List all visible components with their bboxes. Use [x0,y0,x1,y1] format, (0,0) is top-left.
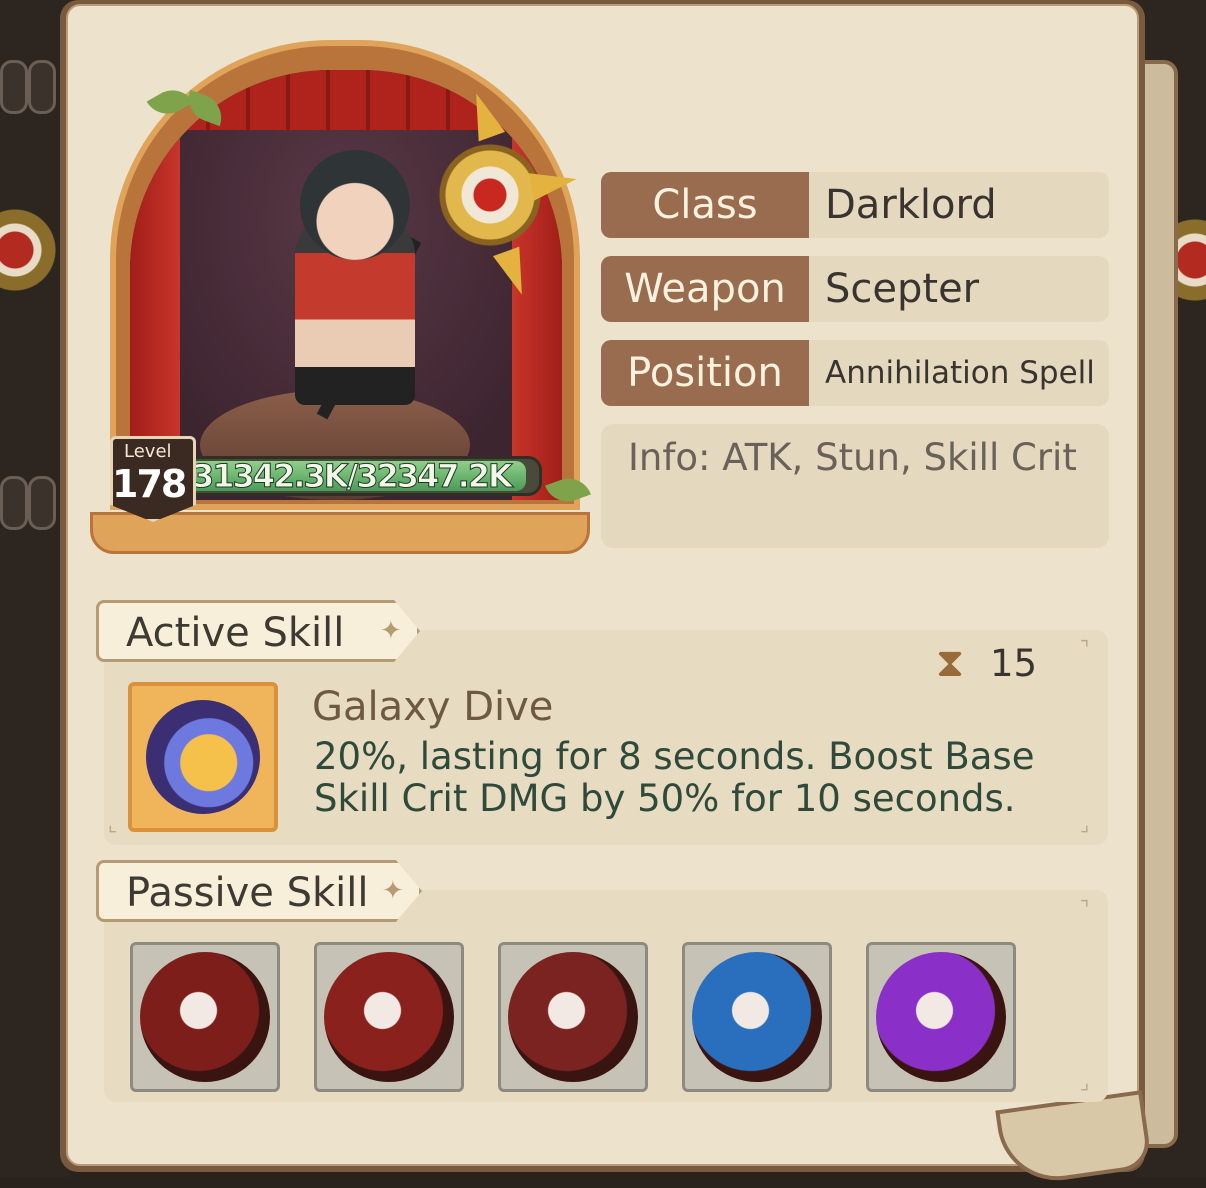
hourglass-icon: ⧗ [936,640,965,686]
passive-skill-slot[interactable] [314,942,464,1092]
water-vortex-icon [692,952,822,1082]
flame-claw-icon [324,952,454,1082]
info-row-weapon: Weapon Scepter [601,256,1109,322]
sparkle-icon: ✦ [380,616,402,646]
passive-skill-slot[interactable] [498,942,648,1092]
info-key: Weapon [601,256,809,322]
arcane-burst-icon [876,952,1006,1082]
info-key: Class [601,172,809,238]
passive-skill-slot[interactable] [130,942,280,1092]
info-value: Scepter [825,266,980,312]
corner-ornament-icon: ⌟ [1080,812,1090,836]
level-value: 178 [112,462,187,506]
hp-text: 31342.3K/32347.2K [192,457,514,495]
passive-skill-title: Passive Skill [126,870,369,916]
tornado-icon [508,952,638,1082]
side-tab-icon[interactable] [28,476,56,530]
hero-head [300,150,410,260]
level-label: Level [124,441,172,462]
galaxy-dive-star-icon [146,700,260,814]
side-tab-icon[interactable] [0,476,28,530]
side-tab-icon[interactable] [0,60,28,114]
cooldown-value: 15 [990,642,1038,685]
side-tab-icon[interactable] [28,60,56,114]
passive-skill-slot[interactable] [866,942,1016,1092]
info-value: Annihilation Spell [825,355,1095,391]
galaxy-dive-icon[interactable] [128,682,278,832]
active-skill-description: 20%, lasting for 8 seconds. Boost Base S… [314,735,1035,820]
info-description: Info: ATK, Stun, Skill Crit [628,436,1077,479]
corner-ornament-icon: ⌝ [1080,896,1090,920]
info-key: Position [601,340,809,406]
portrait-base [90,512,590,554]
sparkle-icon: ✦ [382,876,404,906]
info-value: Darklord [825,182,997,228]
info-row-position: Position Annihilation Spell [601,340,1109,406]
info-row-class: Class Darklord [601,172,1109,238]
active-skill-name: Galaxy Dive [312,684,554,730]
corner-ornament-icon: ⌝ [1080,636,1090,660]
active-skill-title: Active Skill [126,610,345,656]
passive-skill-slot[interactable] [682,942,832,1092]
corner-ornament-icon: ⌟ [1080,1070,1090,1094]
corner-ornament-icon: ⌞ [108,812,118,836]
fire-comet-icon [140,952,270,1082]
